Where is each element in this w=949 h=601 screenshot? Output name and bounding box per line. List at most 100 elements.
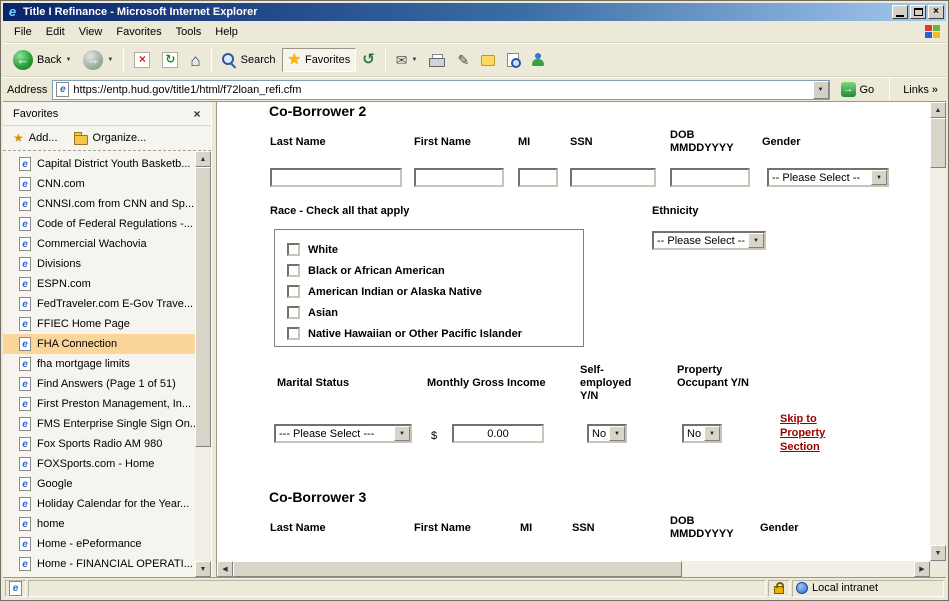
menu-view[interactable]: View [72,23,110,41]
cb2-firstname-input[interactable] [414,168,504,187]
add-favorite-button[interactable]: ★ Add... [13,132,58,144]
title-bar: e Title I Refinance - Microsoft Internet… [3,3,946,21]
search-icon [222,53,237,68]
menu-file[interactable]: File [7,23,39,41]
content-vertical-scrollbar[interactable]: ▲ ▼ [930,102,946,561]
forward-button[interactable]: → ▼ [77,46,119,74]
history-button[interactable]: ↺ [356,48,381,72]
favorite-item[interactable]: CNNSI.com from CNN and Sp... [3,194,195,214]
address-bar: Address https://entp.hud.gov/title1/html… [3,77,946,101]
favorite-item-label: Code of Federal Regulations -... [37,218,193,230]
stop-button[interactable]: × [128,48,156,72]
edit-button[interactable]: ✎ [451,48,475,73]
scroll-thumb[interactable] [233,561,682,577]
back-dropdown-icon[interactable]: ▼ [65,57,71,63]
maximize-button[interactable] [910,5,926,19]
property-occupant-select[interactable]: No ▼ [682,424,722,443]
favorites-close-button[interactable]: × [189,106,205,122]
organize-favorites-button[interactable]: Organize... [74,132,147,145]
menu-favorites[interactable]: Favorites [109,23,168,41]
race-checkbox[interactable] [287,327,300,340]
favorite-item[interactable]: ESPN.com [3,274,195,294]
scroll-right-button[interactable]: ▶ [914,561,930,577]
skip-to-property-link[interactable]: Skip to Property Section [780,412,846,454]
favorite-item[interactable]: Code of Federal Regulations -... [3,214,195,234]
scroll-down-button[interactable]: ▼ [195,561,211,577]
favorite-item[interactable]: FHA Connection [3,334,195,354]
scroll-left-button[interactable]: ◀ [217,561,233,577]
favorite-item[interactable]: Divisions [3,254,195,274]
close-button[interactable]: × [928,5,944,19]
favorite-item[interactable]: FOXSports.com - Home [3,454,195,474]
favorites-scrollbar[interactable]: ▲ ▼ [195,151,211,577]
cb2-mi-input[interactable] [518,168,558,187]
favorite-page-icon [19,297,31,311]
marital-status-select[interactable]: --- Please Select --- ▼ [274,424,412,443]
address-dropdown-button[interactable]: ▼ [813,81,829,99]
links-bar[interactable]: Links » [899,84,942,96]
monthly-income-input[interactable] [452,424,544,443]
scroll-thumb[interactable] [930,118,946,168]
forward-dropdown-icon[interactable]: ▼ [107,57,113,63]
scroll-thumb[interactable] [195,167,211,447]
favorite-item[interactable]: Home - ePeformance [3,534,195,554]
favorite-item[interactable]: First Preston Management, In... [3,394,195,414]
cb2-lastname-label: Last Name [270,136,326,149]
cb2-lastname-input[interactable] [270,168,402,187]
scroll-up-button[interactable]: ▲ [195,151,211,167]
back-button[interactable]: ← Back ▼ [7,46,77,74]
menu-edit[interactable]: Edit [39,23,72,41]
favorite-item[interactable]: home [3,514,195,534]
mail-button[interactable]: ✉ ▼ [390,48,424,73]
favorite-item[interactable]: FedTraveler.com E-Gov Trave... [3,294,195,314]
favorite-item[interactable]: FMS Enterprise Single Sign On... [3,414,195,434]
race-checkbox[interactable] [287,243,300,256]
favorite-page-icon [19,197,31,211]
folder-icon [74,135,88,145]
scroll-track[interactable] [195,167,211,561]
race-option-label: American Indian or Alaska Native [308,286,482,298]
go-button[interactable]: → Go [835,80,881,99]
research-button[interactable] [501,49,525,71]
favorite-item[interactable]: Commercial Wachovia [3,234,195,254]
cb3-gender-label: Gender [760,522,799,535]
favorite-page-icon [19,457,31,471]
favorite-item[interactable]: fha mortgage limits [3,354,195,374]
messenger-button[interactable] [525,49,551,71]
print-button[interactable] [423,50,451,71]
minimize-button[interactable] [892,5,908,19]
scroll-down-button[interactable]: ▼ [930,545,946,561]
content-horizontal-scrollbar[interactable]: ◀ ▶ [217,561,930,577]
race-checkbox[interactable] [287,264,300,277]
cb2-ssn-input[interactable] [570,168,656,187]
scroll-track[interactable] [233,561,914,577]
favorite-page-icon [19,237,31,251]
cb2-dob-input[interactable] [670,168,750,187]
favorite-item[interactable]: CNN.com [3,174,195,194]
favorite-item[interactable]: Find Answers (Page 1 of 51) [3,374,195,394]
cb2-gender-select[interactable]: -- Please Select -- ▼ [767,168,889,187]
discuss-button[interactable] [475,51,501,70]
refresh-button[interactable]: ↻ [156,48,184,72]
address-input[interactable]: https://entp.hud.gov/title1/html/f72loan… [52,80,829,100]
scroll-track[interactable] [930,118,946,545]
menu-help[interactable]: Help [208,23,245,41]
security-pane [768,580,790,597]
favorite-item[interactable]: Fox Sports Radio AM 980 [3,434,195,454]
favorite-item[interactable]: FFIEC Home Page [3,314,195,334]
ethnicity-select[interactable]: -- Please Select -- ▼ [652,231,766,250]
mail-dropdown-icon[interactable]: ▼ [412,57,418,63]
race-checkbox[interactable] [287,306,300,319]
go-label: Go [860,84,875,96]
self-employed-select[interactable]: No ▼ [587,424,627,443]
favorite-item[interactable]: Google [3,474,195,494]
home-button[interactable]: ⌂ [184,48,206,73]
favorite-item[interactable]: Holiday Calendar for the Year... [3,494,195,514]
menu-tools[interactable]: Tools [169,23,209,41]
race-checkbox[interactable] [287,285,300,298]
favorites-button[interactable]: ★ Favorites [282,48,357,72]
favorite-item[interactable]: Home - FINANCIAL OPERATI... [3,554,195,574]
search-button[interactable]: Search [216,49,282,72]
scroll-up-button[interactable]: ▲ [930,102,946,118]
favorite-item[interactable]: Capital District Youth Basketb... [3,154,195,174]
